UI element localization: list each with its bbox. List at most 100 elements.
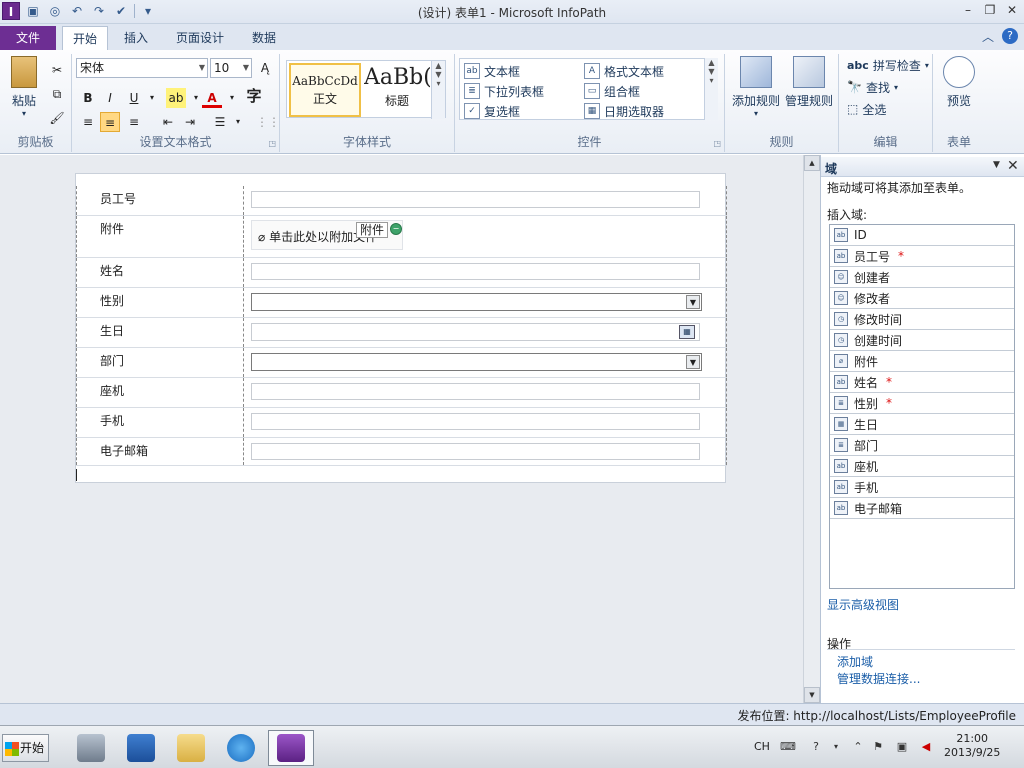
font-name-box[interactable]: 宋体 ▼ (76, 58, 208, 78)
controls-dialog-launcher-icon[interactable]: ◳ (713, 139, 721, 148)
manage-rules-button[interactable]: 管理规则 (783, 56, 835, 109)
scroll-up-icon[interactable]: ▲ (804, 155, 820, 171)
align-center-icon[interactable]: ≡ (100, 112, 120, 132)
chevron-down-icon[interactable]: ▼ (686, 355, 700, 369)
taskbar-internet-explorer[interactable] (218, 730, 264, 766)
help-icon[interactable]: ? (1002, 28, 1018, 44)
birthday-date-picker[interactable]: ▦ (251, 323, 700, 341)
highlight-icon[interactable]: ab (166, 88, 186, 108)
field-list-item[interactable]: ab 姓名 * (830, 372, 1014, 393)
field-list-item[interactable]: ab 员工号 * (830, 246, 1014, 267)
font-name-dropdown-icon[interactable]: ▼ (199, 59, 205, 77)
style-normal[interactable]: AaBbCcDd 正文 (289, 63, 361, 117)
close-icon[interactable]: ✕ (1004, 2, 1020, 18)
add-rule-dropdown-icon[interactable]: ▾ (729, 109, 783, 118)
tab-page-design[interactable]: 页面设计 (166, 26, 234, 50)
control-dropdown-list[interactable]: ≣ 下拉列表框 (464, 82, 544, 100)
field-list-item[interactable]: ◷ 创建时间 (830, 330, 1014, 351)
field-list-item[interactable]: ab 手机 (830, 477, 1014, 498)
name-input[interactable] (251, 263, 700, 280)
field-list-item[interactable]: ▦ 生日 (830, 414, 1014, 435)
spell-check-button[interactable]: abc 拼写检查 ▾ (847, 56, 929, 74)
bullets-dropdown-icon[interactable]: ▾ (228, 112, 248, 132)
minimize-icon[interactable]: – (960, 2, 976, 18)
underline-dropdown-icon[interactable]: ▾ (142, 88, 162, 108)
restore-icon[interactable]: ❐ (982, 2, 998, 18)
font-size-dropdown-icon[interactable]: ▼ (243, 59, 249, 77)
task-pane-menu-icon[interactable]: ▼ (993, 160, 1000, 170)
spell-check-dropdown-icon[interactable]: ▾ (925, 61, 929, 70)
taskbar-powershell[interactable] (118, 730, 164, 766)
help-tray-icon[interactable]: ? (808, 739, 824, 755)
italic-button[interactable]: I (100, 88, 120, 108)
decrease-indent-icon[interactable]: ⇤ (158, 112, 178, 132)
volume-muted-icon[interactable]: ◀ (918, 739, 934, 755)
minimize-ribbon-icon[interactable]: ︿ (982, 28, 994, 45)
controls-gallery-scroll[interactable]: ▲ ▼ ▾ (704, 58, 718, 120)
control-textbox[interactable]: ab 文本框 (464, 62, 520, 80)
bold-button[interactable]: B (78, 88, 98, 108)
field-list-item[interactable]: ◷ 修改时间 (830, 309, 1014, 330)
attachment-control[interactable]: ⌀ 单击此处以附加文件 附件 − (251, 220, 403, 250)
show-hidden-icons-icon[interactable]: ⌃ (850, 739, 866, 755)
employee-id-input[interactable] (251, 191, 700, 208)
clock[interactable]: 21:00 2013/9/25 (944, 732, 1000, 760)
manage-data-connections-link[interactable]: 管理数据连接... (837, 670, 920, 687)
preview-button[interactable]: 预览 (939, 56, 979, 109)
taskbar-infopath[interactable] (268, 730, 314, 766)
underline-button[interactable]: U (124, 88, 144, 108)
tab-data[interactable]: 数据 (242, 26, 286, 50)
gender-dropdown[interactable]: ▼ (251, 293, 702, 311)
clear-format-icon[interactable]: Ą (255, 58, 275, 78)
copy-icon[interactable]: ⧉ (47, 84, 67, 104)
tab-home[interactable]: 开始 (62, 26, 109, 50)
keyboard-icon[interactable]: ⌨ (780, 739, 796, 755)
action-center-flag-icon[interactable]: ⚑ (870, 739, 886, 755)
input-language[interactable]: CH (754, 740, 770, 753)
find-button[interactable]: 🔭 查找 ▾ (847, 78, 898, 96)
field-list-item[interactable]: ab 电子邮箱 (830, 498, 1014, 519)
taskbar-explorer[interactable] (168, 730, 214, 766)
calendar-icon[interactable]: ▦ (679, 325, 695, 339)
bullets-icon[interactable]: ☰ (210, 112, 230, 132)
taskbar-server-manager[interactable] (68, 730, 114, 766)
email-input[interactable] (251, 443, 700, 460)
paste-dropdown-icon[interactable]: ▾ (6, 109, 42, 118)
task-pane-close-icon[interactable]: ✕ (1007, 158, 1019, 174)
mobile-input[interactable] (251, 413, 700, 430)
styles-gallery-scroll[interactable]: ▲ ▼ ▾ (431, 61, 445, 119)
tray-options-icon[interactable]: ▾ (828, 739, 844, 755)
char-spacing-button[interactable]: 字 (244, 86, 264, 106)
add-rule-button[interactable]: 添加规则 ▾ (729, 56, 783, 118)
field-list-item[interactable]: ≣ 性别 * (830, 393, 1014, 414)
field-list-item[interactable]: ⌀ 附件 (830, 351, 1014, 372)
field-list-item[interactable]: ab 座机 (830, 456, 1014, 477)
show-advanced-view-link[interactable]: 显示高级视图 (827, 596, 899, 613)
increase-indent-icon[interactable]: ⇥ (180, 112, 200, 132)
paste-button[interactable]: 粘贴 ▾ (6, 56, 42, 118)
network-icon[interactable]: ▣ (894, 739, 910, 755)
align-left-icon[interactable]: ≡ (78, 112, 98, 132)
tab-insert[interactable]: 插入 (114, 26, 158, 50)
font-color-icon[interactable]: A (202, 88, 222, 108)
department-dropdown[interactable]: ▼ (251, 353, 702, 371)
landline-input[interactable] (251, 383, 700, 400)
scroll-down-icon[interactable]: ▼ (804, 687, 820, 703)
cut-icon[interactable]: ✂ (47, 60, 67, 80)
style-heading[interactable]: AaBb( 标题 (364, 63, 430, 117)
format-painter-icon[interactable]: 🖌 (47, 108, 67, 128)
binding-status-icon[interactable]: − (390, 223, 402, 235)
font-size-box[interactable]: 10 ▼ (210, 58, 252, 78)
find-dropdown-icon[interactable]: ▾ (894, 83, 898, 92)
start-button[interactable]: 开始 (2, 734, 49, 762)
control-date-picker[interactable]: ▦ 日期选取器 (584, 102, 664, 120)
field-list-item[interactable]: ☺ 创建者 (830, 267, 1014, 288)
chevron-down-icon[interactable]: ▼ (686, 295, 700, 309)
tab-file[interactable]: 文件 (0, 26, 56, 50)
add-field-link[interactable]: 添加域 (837, 653, 873, 670)
font-color-dropdown-icon[interactable]: ▾ (222, 88, 242, 108)
control-combo-box[interactable]: ▭ 组合框 (584, 82, 640, 100)
align-right-icon[interactable]: ≡ (124, 112, 144, 132)
control-checkbox[interactable]: ✓ 复选框 (464, 102, 520, 120)
field-list-item[interactable]: ☺ 修改者 (830, 288, 1014, 309)
